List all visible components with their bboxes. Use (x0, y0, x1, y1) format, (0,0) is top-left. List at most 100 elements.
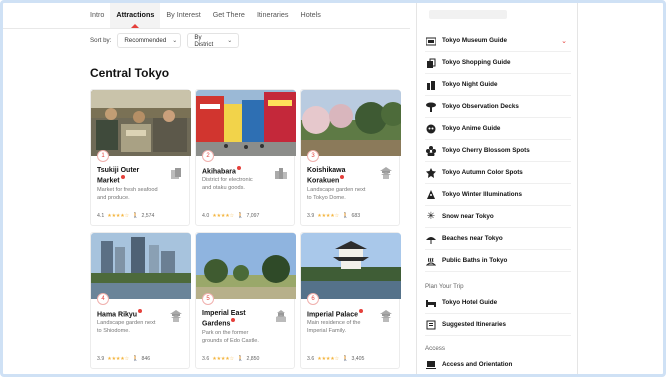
pagoda-icon (379, 309, 393, 323)
night-city-icon (426, 80, 436, 90)
sidebar-item-label: Tokyo Night Guide (442, 81, 498, 88)
city-icon (274, 166, 288, 180)
visitor-icon: 🚶 (131, 213, 139, 219)
attraction-title[interactable]: Akihabara (202, 166, 272, 176)
star-rating-icon: ★★★★☆ (212, 356, 234, 362)
autumn-leaf-icon (426, 167, 436, 178)
attraction-title[interactable]: Koishikawa Korakuen (307, 166, 377, 185)
attraction-title[interactable]: Tsukiji Outer Market (97, 166, 167, 185)
sidebar-item-access[interactable]: Access and Orientation (425, 354, 571, 376)
sidebar-item-museum[interactable]: Tokyo Museum Guide ⌄ (425, 30, 571, 52)
title-line-2: Gardens (202, 320, 231, 328)
rating-value: 3.6 (307, 356, 315, 362)
description-line-1: Market for fresh seafood (97, 187, 158, 193)
observation-deck-icon (426, 102, 436, 112)
sort-label: Sort by: (90, 37, 112, 44)
sidebar-item-snow[interactable]: ✳ Snow near Tokyo (425, 206, 571, 228)
attraction-card[interactable]: 6 Imperial Palace Main residence of the … (300, 232, 401, 369)
star-rating-icon: ★★★★☆ (317, 213, 339, 219)
star-rating-icon: ★★★★☆ (317, 356, 339, 362)
review-count: 846 (141, 356, 151, 362)
attraction-title[interactable]: Hama Rikyu (97, 309, 167, 319)
attraction-card[interactable]: 5 Imperial East Gardens Park on the form… (195, 232, 296, 369)
star-rating-icon: ★★★★☆ (107, 356, 129, 362)
sidebar-item-beaches[interactable]: Beaches near Tokyo (425, 228, 571, 250)
sidebar-item-itineraries[interactable]: Suggested Itineraries (425, 314, 571, 336)
attraction-card[interactable]: 3 Koishikawa Korakuen Landscape garden n… (300, 89, 401, 226)
tab-get-there[interactable]: Get There (213, 0, 245, 28)
sidebar-item-cherry-blossom[interactable]: Tokyo Cherry Blossom Spots (425, 140, 571, 162)
title-line-1: Imperial Palace (307, 311, 358, 319)
sidebar-item-autumn[interactable]: Tokyo Autumn Color Spots (425, 162, 571, 184)
description-line-2: and otaku goods. (202, 185, 245, 191)
featured-dot-icon (340, 175, 345, 179)
tab-attractions[interactable]: Attractions (110, 0, 161, 28)
sidebar-item-hotel-guide[interactable]: Tokyo Hotel Guide (425, 292, 571, 314)
hot-spring-icon (426, 256, 436, 266)
attraction-description: Park on the former grounds of Edo Castle… (202, 329, 276, 345)
description-line-1: District for electronic (202, 177, 253, 183)
tab-intro[interactable]: Intro (90, 0, 104, 28)
visitor-icon: 🚶 (131, 356, 139, 362)
sort-select[interactable]: Recommended ⌄ (117, 33, 182, 48)
visitor-icon: 🚶 (236, 356, 244, 362)
sort-row: Sort by: Recommended ⌄ By District ⌄ (90, 33, 240, 48)
attraction-title[interactable]: Imperial Palace (307, 309, 377, 319)
rating-value: 3.6 (202, 356, 210, 362)
sidebar-item-winter-illuminations[interactable]: Tokyo Winter Illuminations (425, 184, 571, 206)
rank-badge: 4 (97, 293, 109, 305)
description-line-1: Main residence of the (307, 320, 361, 326)
tab-by-interest[interactable]: By Interest (166, 0, 200, 28)
attraction-photo (301, 233, 401, 299)
attraction-photo (91, 90, 191, 156)
district-select[interactable]: By District ⌄ (187, 33, 240, 48)
chevron-down-icon[interactable]: ⌄ (561, 37, 567, 45)
sidebar-item-label: Tokyo Winter Illuminations (442, 191, 522, 198)
sidebar-item-public-baths[interactable]: Public Baths in Tokyo (425, 250, 571, 272)
attraction-card[interactable]: 4 Hama Rikyu Landscape garden next to Sh… (90, 232, 191, 369)
attraction-description: Landscape garden next to Shiodome. (97, 319, 171, 335)
attraction-description: District for electronic and otaku goods. (202, 176, 276, 192)
shopping-bag-icon (169, 166, 183, 180)
attraction-photo (196, 90, 296, 156)
rating-row: 4.0 ★★★★☆ 🚶 7,097 (202, 213, 259, 219)
description-line-2: and produce. (97, 195, 130, 201)
review-count: 2,850 (246, 356, 260, 362)
attraction-photo (301, 90, 401, 156)
rank-badge: 2 (202, 150, 214, 162)
pagoda-icon (379, 166, 393, 180)
review-count: 2,574 (141, 213, 155, 219)
castle-icon (274, 309, 288, 323)
sidebar-item-night[interactable]: Tokyo Night Guide (425, 74, 571, 96)
tab-itineraries[interactable]: Itineraries (257, 0, 289, 28)
sidebar-top-placeholder (429, 10, 507, 19)
museum-icon (426, 36, 436, 46)
featured-dot-icon (138, 309, 143, 313)
attraction-title[interactable]: Imperial East Gardens (202, 309, 272, 328)
sidebar-item-observation[interactable]: Tokyo Observation Decks (425, 96, 571, 118)
description-line-2: to Tokyo Dome. (307, 195, 346, 201)
top-navigation: Intro Attractions By Interest Get There … (0, 0, 410, 28)
pagoda-icon (169, 309, 183, 323)
featured-dot-icon (120, 175, 125, 179)
attraction-card[interactable]: 2 Akihabara District for electronic and … (195, 89, 296, 226)
rank-badge: 3 (307, 150, 319, 162)
visitor-icon: 🚶 (236, 213, 244, 219)
featured-dot-icon (236, 166, 241, 170)
sidebar-item-anime[interactable]: Tokyo Anime Guide (425, 118, 571, 140)
tab-hotels[interactable]: Hotels (301, 0, 321, 28)
sidebar-item-label: Access and Orientation (442, 361, 513, 368)
title-line-1: Tsukiji Outer (97, 167, 140, 174)
train-icon (426, 360, 436, 370)
sidebar-item-label: Tokyo Museum Guide (442, 37, 507, 44)
nav-divider (0, 28, 410, 29)
attraction-card[interactable]: 1 Tsukiji Outer Market Market for fresh … (90, 89, 191, 226)
shopping-bag-icon (426, 58, 436, 68)
sidebar-item-label: Beaches near Tokyo (442, 235, 503, 242)
rating-value: 4.1 (97, 213, 105, 219)
review-count: 3,405 (351, 356, 365, 362)
description-line-1: Landscape garden next (307, 187, 366, 193)
sidebar-group-access: Access (425, 345, 445, 352)
attraction-description: Main residence of the Imperial Family. (307, 319, 381, 335)
sidebar-item-shopping[interactable]: Tokyo Shopping Guide (425, 52, 571, 74)
